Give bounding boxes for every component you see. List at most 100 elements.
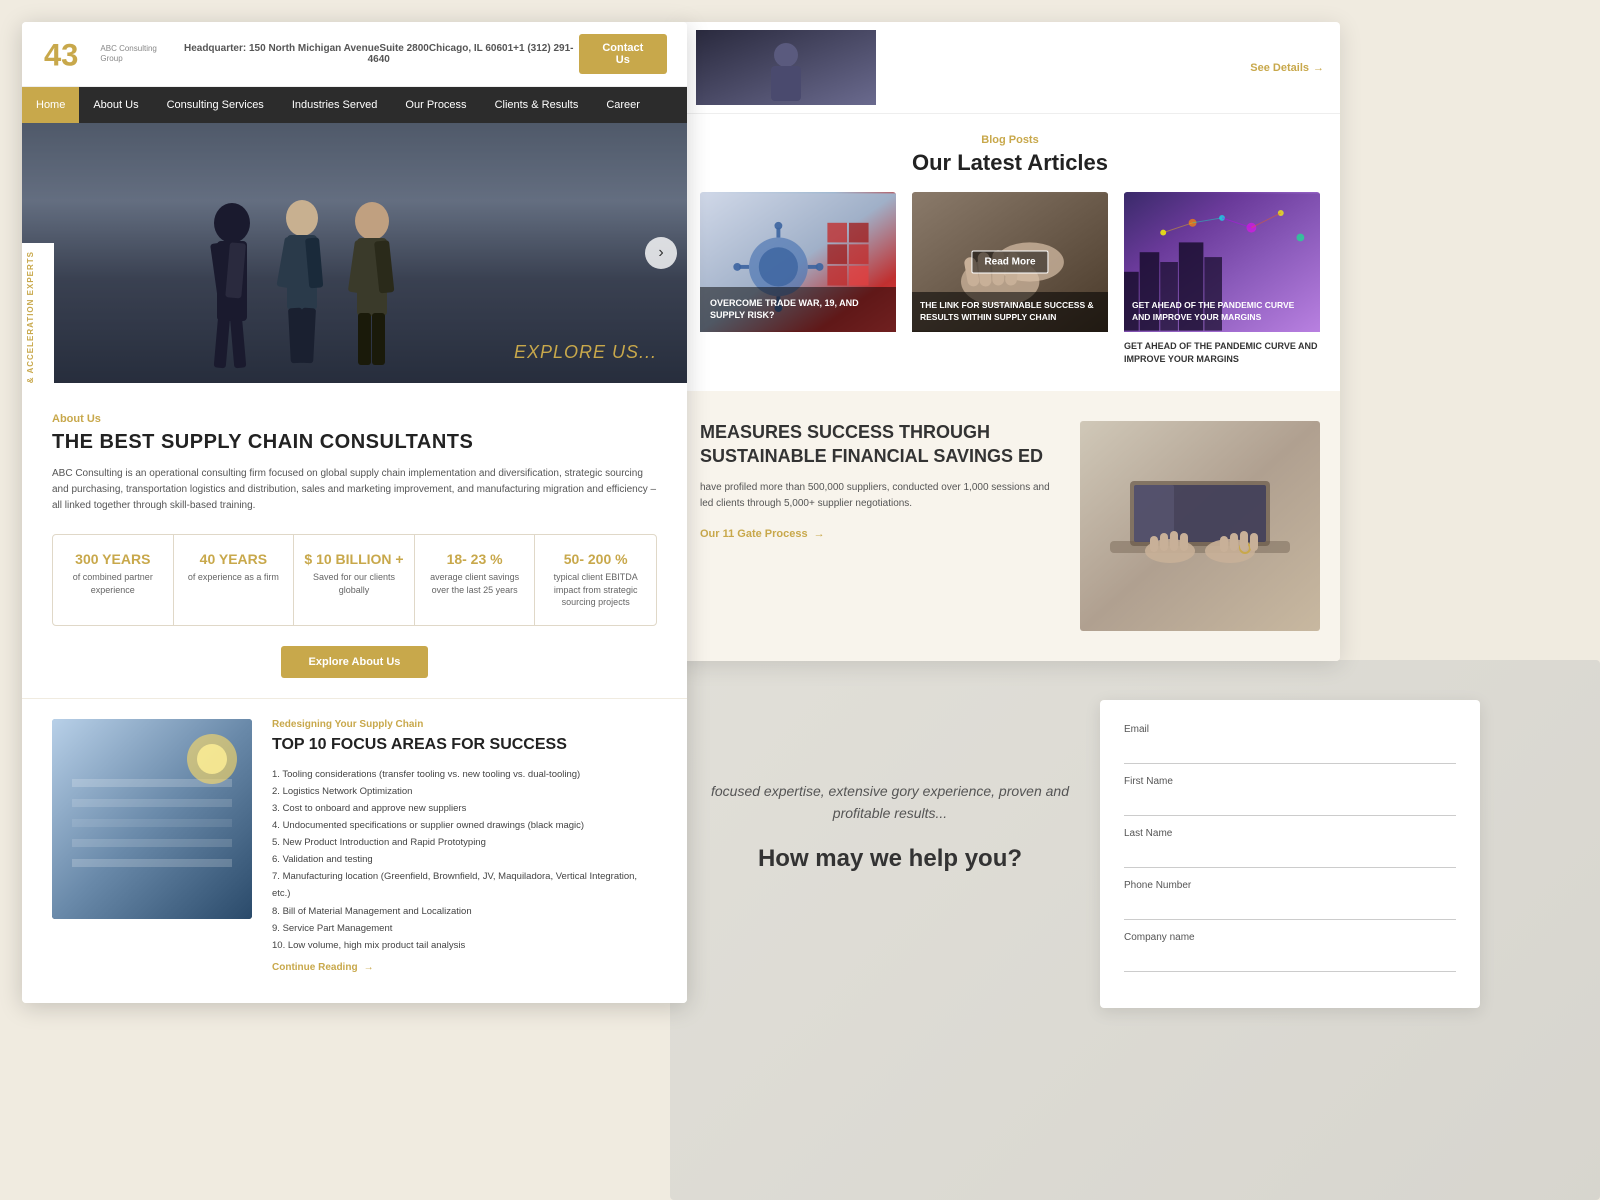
about-subtitle: About Us xyxy=(52,413,657,425)
focus-image-bg xyxy=(52,719,252,919)
focus-item-10: Low volume, high mix product tail analys… xyxy=(272,937,657,954)
contact-tagline: focused expertise, extensive gory experi… xyxy=(700,780,1080,825)
continue-reading-link[interactable]: Continue Reading → xyxy=(272,962,657,973)
nav-item-home[interactable]: Home xyxy=(22,87,79,123)
logo-subtext: ABC Consulting Group xyxy=(100,44,178,65)
email-field-group: Email xyxy=(1124,724,1456,764)
article-overlay-2: THE LINK FOR SUSTAINABLE SUCCESS & RESUL… xyxy=(912,292,1108,332)
articles-grid: OVERCOME TRADE WAR, 19, AND SUPPLY RISK? xyxy=(700,192,1320,365)
success-content: MEASURES SUCCESS THROUGH SUSTAINABLE FIN… xyxy=(700,421,1060,540)
vertical-label: SUPPLY CHAIN DIVERSIFICATION & ACCELERAT… xyxy=(22,243,54,383)
main-website-window: 43 ABC Consulting Group Headquarter: 150… xyxy=(22,22,687,1003)
stats-grid: 300 YEARS of combined partner experience… xyxy=(52,534,657,626)
stat-number-3: $ 10 BILLION + xyxy=(304,551,404,567)
focus-section: Redesigning Your Supply Chain TOP 10 FOC… xyxy=(22,698,687,1003)
stat-number-1: 300 YEARS xyxy=(63,551,163,567)
about-title: THE BEST SUPPLY CHAIN CONSULTANTS xyxy=(52,431,657,454)
email-label: Email xyxy=(1124,724,1456,735)
article-card-1[interactable]: OVERCOME TRADE WAR, 19, AND SUPPLY RISK? xyxy=(700,192,896,365)
success-body: have profiled more than 500,000 supplier… xyxy=(700,480,1060,512)
success-image xyxy=(1080,421,1320,631)
top-header-bar: 43 ABC Consulting Group Headquarter: 150… xyxy=(22,22,687,87)
focus-item-8: Bill of Material Management and Localiza… xyxy=(272,903,657,920)
blog-section: Blog Posts Our Latest Articles xyxy=(680,114,1340,391)
about-body: ABC Consulting is an operational consult… xyxy=(52,466,657,514)
article-overlay-text-1: OVERCOME TRADE WAR, 19, AND SUPPLY RISK? xyxy=(710,297,886,322)
arrow-right-icon: → xyxy=(814,528,825,540)
stat-item-4: 18- 23 % average client savings over the… xyxy=(415,535,536,625)
right-panel: See Details → Blog Posts Our Latest Arti… xyxy=(680,22,1340,661)
lastname-input[interactable] xyxy=(1124,843,1456,868)
nav-item-career[interactable]: Career xyxy=(592,87,654,123)
contact-question: How may we help you? xyxy=(700,845,1080,873)
stat-label-4: average client savings over the last 25 … xyxy=(425,571,525,596)
focus-content: Redesigning Your Supply Chain TOP 10 FOC… xyxy=(272,719,657,973)
focus-image xyxy=(52,719,252,919)
read-more-button[interactable]: Read More xyxy=(971,251,1048,274)
article-image-1: OVERCOME TRADE WAR, 19, AND SUPPLY RISK? xyxy=(700,192,896,332)
focus-item-1: Tooling considerations (transfer tooling… xyxy=(272,766,657,783)
nav-item-process[interactable]: Our Process xyxy=(391,87,480,123)
email-input[interactable] xyxy=(1124,739,1456,764)
svg-text:43: 43 xyxy=(44,38,78,73)
nav-item-clients[interactable]: Clients & Results xyxy=(481,87,593,123)
article-card-2[interactable]: Read More THE LINK FOR SUSTAINABLE SUCCE… xyxy=(912,192,1108,365)
logo-icon: 43 xyxy=(42,32,92,76)
about-section: About Us THE BEST SUPPLY CHAIN CONSULTAN… xyxy=(22,383,687,698)
stat-item-5: 50- 200 % typical client EBITDA impact f… xyxy=(535,535,656,625)
focus-item-9: Service Part Management xyxy=(272,920,657,937)
focus-title: TOP 10 FOCUS AREAS FOR SUCCESS xyxy=(272,736,657,754)
article-image-2: Read More THE LINK FOR SUSTAINABLE SUCCE… xyxy=(912,192,1108,332)
nav-item-about[interactable]: About Us xyxy=(79,87,152,123)
stat-label-3: Saved for our clients globally xyxy=(304,571,404,596)
hero-next-arrow[interactable]: › xyxy=(645,237,677,269)
nav-item-industries[interactable]: Industries Served xyxy=(278,87,392,123)
focus-subtitle: Redesigning Your Supply Chain xyxy=(272,719,657,730)
firstname-label: First Name xyxy=(1124,776,1456,787)
contact-form-panel: Email First Name Last Name Phone Number … xyxy=(1100,700,1480,1008)
hero-explore-text: EXPLORE US... xyxy=(514,342,657,363)
article-image-3: GET AHEAD OF THE PANDEMIC CURVE AND IMPR… xyxy=(1124,192,1320,332)
focus-item-6: Validation and testing xyxy=(272,851,657,868)
firstname-input[interactable] xyxy=(1124,791,1456,816)
company-label: Company name xyxy=(1124,932,1456,943)
focus-item-3: Cost to onboard and approve new supplier… xyxy=(272,800,657,817)
hq-label: Headquarter: xyxy=(184,43,246,54)
phone-field-group: Phone Number xyxy=(1124,880,1456,920)
lastname-field-group: Last Name xyxy=(1124,828,1456,868)
nav-item-consulting[interactable]: Consulting Services xyxy=(153,87,278,123)
article-caption-text-3: GET AHEAD OF THE PANDEMIC CURVE AND IMPR… xyxy=(1124,340,1320,365)
stat-item-1: 300 YEARS of combined partner experience xyxy=(53,535,174,625)
logo-area: 43 ABC Consulting Group xyxy=(42,32,179,76)
see-details-link[interactable]: See Details → xyxy=(1250,62,1324,74)
stat-label-5: typical client EBITDA impact from strate… xyxy=(545,571,646,609)
blog-label: Blog Posts xyxy=(700,134,1320,146)
article-card-3[interactable]: GET AHEAD OF THE PANDEMIC CURVE AND IMPR… xyxy=(1124,192,1320,365)
company-input[interactable] xyxy=(1124,947,1456,972)
article-caption-3: GET AHEAD OF THE PANDEMIC CURVE AND IMPR… xyxy=(1124,292,1320,332)
nav-bar: Home About Us Consulting Services Indust… xyxy=(22,87,687,123)
article-overlay-text-2: THE LINK FOR SUSTAINABLE SUCCESS & RESUL… xyxy=(920,300,1100,324)
contact-us-button[interactable]: Contact Us xyxy=(579,34,667,74)
phone-input[interactable] xyxy=(1124,895,1456,920)
arrow-right-icon: → xyxy=(1313,62,1324,74)
firstname-field-group: First Name xyxy=(1124,776,1456,816)
stat-label-1: of combined partner experience xyxy=(63,571,163,596)
stat-item-2: 40 YEARS of experience as a firm xyxy=(174,535,295,625)
success-section: MEASURES SUCCESS THROUGH SUSTAINABLE FIN… xyxy=(680,391,1340,661)
company-field-group: Company name xyxy=(1124,932,1456,972)
stat-label-2: of experience as a firm xyxy=(184,571,284,584)
contact-overlay-text: focused expertise, extensive gory experi… xyxy=(680,760,1100,893)
process-link[interactable]: Our 11 Gate Process → xyxy=(700,528,1060,540)
article-overlay-1: OVERCOME TRADE WAR, 19, AND SUPPLY RISK? xyxy=(700,287,896,332)
hero-people-illustration xyxy=(102,163,502,383)
focus-item-5: New Product Introduction and Rapid Proto… xyxy=(272,834,657,851)
focus-item-2: Logistics Network Optimization xyxy=(272,783,657,800)
lastname-label: Last Name xyxy=(1124,828,1456,839)
stat-number-5: 50- 200 % xyxy=(545,551,646,567)
blog-title: Our Latest Articles xyxy=(700,150,1320,176)
explore-about-button[interactable]: Explore About Us xyxy=(281,646,429,678)
hq-address: 150 North Michigan AvenueSuite 2800Chica… xyxy=(249,43,573,65)
stat-item-3: $ 10 BILLION + Saved for our clients glo… xyxy=(294,535,415,625)
success-headline: MEASURES SUCCESS THROUGH SUSTAINABLE FIN… xyxy=(700,421,1060,468)
